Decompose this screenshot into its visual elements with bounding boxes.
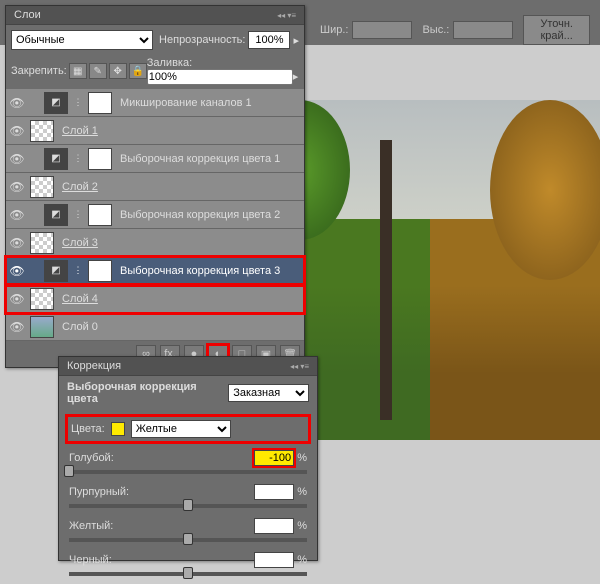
layer-name[interactable]: Слой 3 bbox=[58, 237, 302, 249]
visibility-eye-icon[interactable]: 👁 bbox=[8, 233, 26, 253]
pct-label: % bbox=[297, 452, 307, 464]
layer-row[interactable]: 👁 ◩ ⋮ Выборочная коррекция цвета 2 bbox=[6, 201, 304, 229]
height-input[interactable] bbox=[453, 21, 513, 39]
visibility-eye-icon[interactable]: 👁 bbox=[8, 93, 26, 113]
slider-value-input[interactable] bbox=[254, 484, 294, 500]
layer-name[interactable]: Микширование каналов 1 bbox=[116, 97, 302, 109]
layer-thumb[interactable]: ◩ bbox=[44, 260, 68, 282]
link-icon: ⋮ bbox=[72, 97, 84, 108]
layer-mask[interactable] bbox=[88, 92, 112, 114]
slider-label: Пурпурный: bbox=[69, 486, 129, 498]
lock-transparency-icon[interactable]: ▦ bbox=[69, 63, 87, 79]
visibility-eye-icon[interactable]: 👁 bbox=[8, 289, 26, 309]
layer-row[interactable]: 👁 ◩ ⋮ Микширование каналов 1 bbox=[6, 89, 304, 117]
preset-select[interactable]: Заказная bbox=[228, 384, 309, 402]
layer-mask[interactable] bbox=[88, 204, 112, 226]
layer-name[interactable]: Слой 4 bbox=[58, 293, 302, 305]
layer-thumb[interactable] bbox=[30, 120, 54, 142]
slider-row: Черный: % bbox=[59, 550, 317, 584]
height-label: Выс.: bbox=[422, 24, 449, 36]
fill-label: Заливка: bbox=[147, 57, 192, 69]
layer-row[interactable]: 👁 Слой 0 bbox=[6, 313, 304, 341]
slider-handle[interactable] bbox=[183, 567, 193, 579]
layer-mask[interactable] bbox=[88, 260, 112, 282]
layer-row[interactable]: 👁 Слой 1 bbox=[6, 117, 304, 145]
layer-thumb[interactable] bbox=[30, 288, 54, 310]
layer-name[interactable]: Слой 1 bbox=[58, 125, 302, 137]
slider-row: Голубой: % bbox=[59, 448, 317, 482]
layer-mask[interactable] bbox=[88, 148, 112, 170]
layer-thumb[interactable] bbox=[30, 316, 54, 338]
layer-thumb[interactable]: ◩ bbox=[44, 204, 68, 226]
blend-mode-select[interactable]: Обычные bbox=[11, 30, 153, 50]
slider-label: Голубой: bbox=[69, 452, 114, 464]
slider-value-input[interactable] bbox=[254, 518, 294, 534]
width-label: Шир.: bbox=[320, 24, 348, 36]
slider-row: Желтый: % bbox=[59, 516, 317, 550]
adjustment-name: Выборочная коррекция цвета bbox=[67, 381, 228, 405]
layers-panel: Слои ◂◂ ▾≡ Обычные Непрозрачность:▸ Закр… bbox=[5, 5, 305, 368]
visibility-eye-icon[interactable]: 👁 bbox=[8, 261, 26, 281]
layer-row[interactable]: 👁 Слой 2 bbox=[6, 173, 304, 201]
layers-panel-header[interactable]: Слои ◂◂ ▾≡ bbox=[6, 6, 304, 25]
lock-position-icon[interactable]: ✥ bbox=[109, 63, 127, 79]
slider-value-input[interactable] bbox=[254, 450, 294, 466]
pct-label: % bbox=[297, 486, 307, 498]
width-input[interactable] bbox=[352, 21, 412, 39]
layer-name[interactable]: Слой 0 bbox=[58, 321, 302, 333]
layer-thumb[interactable] bbox=[30, 176, 54, 198]
slider-label: Черный: bbox=[69, 554, 112, 566]
slider-track[interactable] bbox=[69, 572, 307, 576]
slider-handle[interactable] bbox=[183, 533, 193, 545]
visibility-eye-icon[interactable]: 👁 bbox=[8, 177, 26, 197]
opacity-input[interactable] bbox=[248, 31, 290, 49]
layer-thumb[interactable] bbox=[30, 232, 54, 254]
slider-row: Пурпурный: % bbox=[59, 482, 317, 516]
layer-name[interactable]: Слой 2 bbox=[58, 181, 302, 193]
colors-selector: Цвета: Желтые bbox=[67, 416, 309, 442]
lock-pixels-icon[interactable]: ✎ bbox=[89, 63, 107, 79]
visibility-eye-icon[interactable]: 👁 bbox=[8, 121, 26, 141]
panel-controls: ◂◂ ▾≡ bbox=[277, 11, 296, 20]
slider-track[interactable] bbox=[69, 470, 307, 474]
adjustments-title: Коррекция bbox=[67, 360, 121, 372]
pct-label: % bbox=[297, 520, 307, 532]
pct-label: % bbox=[297, 554, 307, 566]
colors-label: Цвета: bbox=[71, 423, 105, 435]
color-swatch-icon bbox=[111, 422, 125, 436]
slider-track[interactable] bbox=[69, 504, 307, 508]
adjustments-panel: Коррекция ◂◂ ▾≡ Выборочная коррекция цве… bbox=[58, 356, 318, 561]
fill-input[interactable] bbox=[147, 69, 293, 85]
colors-select[interactable]: Желтые bbox=[131, 420, 231, 438]
slider-handle[interactable] bbox=[64, 465, 74, 477]
lock-label: Закрепить: bbox=[11, 65, 67, 77]
link-icon: ⋮ bbox=[72, 265, 84, 276]
slider-value-input[interactable] bbox=[254, 552, 294, 568]
slider-label: Желтый: bbox=[69, 520, 113, 532]
layer-name[interactable]: Выборочная коррекция цвета 3 bbox=[116, 265, 302, 277]
link-icon: ⋮ bbox=[72, 209, 84, 220]
lock-all-icon[interactable]: 🔒 bbox=[129, 63, 147, 79]
adjustments-panel-header[interactable]: Коррекция ◂◂ ▾≡ bbox=[59, 357, 317, 376]
layer-thumb[interactable]: ◩ bbox=[44, 92, 68, 114]
link-icon: ⋮ bbox=[72, 153, 84, 164]
visibility-eye-icon[interactable]: 👁 bbox=[8, 317, 26, 337]
visibility-eye-icon[interactable]: 👁 bbox=[8, 205, 26, 225]
layer-row[interactable]: 👁 Слой 4 bbox=[6, 285, 304, 313]
layers-panel-title: Слои bbox=[14, 9, 41, 21]
slider-track[interactable] bbox=[69, 538, 307, 542]
sliders-area: Голубой: %Пурпурный: %Желтый: %Черный: % bbox=[59, 448, 317, 584]
layer-row[interactable]: 👁 ◩ ⋮ Выборочная коррекция цвета 1 bbox=[6, 145, 304, 173]
layer-row[interactable]: 👁 Слой 3 bbox=[6, 229, 304, 257]
layer-name[interactable]: Выборочная коррекция цвета 2 bbox=[116, 209, 302, 221]
layer-list: 👁 ◩ ⋮ Микширование каналов 1 👁 Слой 1 👁 ◩ ⋮ Выбор… bbox=[6, 89, 304, 341]
visibility-eye-icon[interactable]: 👁 bbox=[8, 149, 26, 169]
layer-row[interactable]: 👁 ◩ ⋮ Выборочная коррекция цвета 3 bbox=[6, 257, 304, 285]
layer-name[interactable]: Выборочная коррекция цвета 1 bbox=[116, 153, 302, 165]
refine-edge-button[interactable]: Уточн. край... bbox=[523, 15, 590, 45]
slider-handle[interactable] bbox=[183, 499, 193, 511]
panel-controls: ◂◂ ▾≡ bbox=[290, 362, 309, 371]
opacity-label: Непрозрачность: bbox=[159, 34, 245, 46]
layer-thumb[interactable]: ◩ bbox=[44, 148, 68, 170]
